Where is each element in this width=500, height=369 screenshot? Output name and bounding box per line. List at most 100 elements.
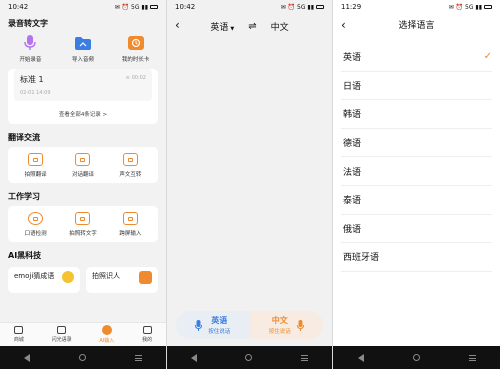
status-icons: ✉ ⏰ 5G ▮▮ [115,4,158,11]
transcribe-tools: 开始录音 导入音频 我的时长卡 [0,29,166,63]
language-option-japanese[interactable]: 日语 [341,72,492,101]
language-label: 日语 [343,81,362,92]
section-title-ai: AI黑科技 [8,251,42,260]
timer-card-icon [127,35,144,51]
language-option-english[interactable]: 英语 ✓ [341,43,492,72]
checkmark-icon: ✓ [483,51,492,63]
home-nav-icon[interactable] [245,354,253,361]
status-bar: 10:42 ✉ ⏰ 5G ▮▮ [167,0,332,14]
battery-icon [484,5,492,9]
language-option-thai[interactable]: 泰语 [341,186,492,215]
status-icons: ✉ ⏰ 5G ▮▮ [449,4,492,11]
home-nav-icon[interactable] [78,354,86,361]
view-all-records-link[interactable]: 查看全部4条记录 > [8,107,158,124]
photo-text-icon [75,212,91,225]
recents-nav-icon[interactable] [300,354,308,361]
recent-records-card: 标准 1 02-01 14:09 ≋ 00:02 查看全部4条记录 > [8,69,158,124]
chevron-down-icon: ▼ [230,25,235,32]
tab-label: 我的 [142,337,153,343]
person-icon [139,271,152,284]
speech-check-icon [28,212,44,225]
status-icons: ✉ ⏰ 5G ▮▮ [281,4,324,11]
target-language-select[interactable]: 中文 [271,20,289,33]
status-bar: 10:42 ✉ ⏰ 5G ▮▮ [0,0,166,14]
ai-input-icon [101,325,112,335]
ai-card-label: emoji猜成语 [14,272,55,280]
start-recording-button[interactable]: 开始录音 [6,35,54,63]
work-card: 口语检测 拍照转文字 跨屏输入 [8,206,158,242]
back-nav-icon[interactable] [24,353,31,362]
work-tools: 口语检测 拍照转文字 跨屏输入 [8,206,158,237]
language-label: 俄语 [343,224,362,235]
back-nav-icon[interactable] [191,353,198,362]
speak-hint: 按住说话 [208,329,231,335]
photo-translate-button[interactable]: 拍照翻译 [12,153,59,178]
home-nav-icon[interactable] [412,354,420,361]
section-title-transcribe: 录音转文字 [8,19,48,28]
language-label: 西班牙语 [343,253,380,264]
language-label: 韩语 [343,110,362,121]
language-option-russian[interactable]: 俄语 [341,215,492,244]
my-time-card-button[interactable]: 我的时长卡 [112,35,160,63]
tool-label: 跨屏输入 [119,231,142,237]
tool-label: 拍照翻译 [24,172,47,178]
page-header: ‹ 选择语言 [333,14,500,38]
tab-ai-input[interactable]: AI输入 [99,325,114,344]
english-speak-button[interactable]: 英语 按住说话 [176,311,250,339]
translate-screen: 10:42 ✉ ⏰ 5G ▮▮ ‹ 英语 ▼ ⇌ 中文 英语 按住说话 中文 按住… [167,0,332,369]
translate-card: 拍照翻译 对话翻译 声文互转 [8,147,158,183]
tool-label: 我的时长卡 [121,57,150,63]
back-nav-icon[interactable] [357,353,364,362]
recents-nav-icon[interactable] [468,354,476,361]
language-label: 德语 [343,139,362,150]
speech-check-button[interactable]: 口语检测 [12,212,59,237]
back-arrow-icon[interactable]: ‹ [175,18,180,32]
voice-text-button[interactable]: 声文互转 [107,153,154,178]
tab-label: 商城 [13,337,24,343]
record-item[interactable]: 标准 1 02-01 14:09 ≋ 00:02 [14,69,152,101]
folder-icon [74,35,91,51]
status-time: 10:42 [8,3,29,11]
language-option-french[interactable]: 法语 [341,157,492,186]
hold-to-speak-bar: 英语 按住说话 中文 按住说话 [176,311,323,339]
tab-shop[interactable]: 商城 [14,326,24,343]
chinese-speak-button[interactable]: 中文 按住说话 [249,311,323,339]
select-language-screen: 11:29 ✉ ⏰ 5G ▮▮ ‹ 选择语言 英语 ✓ 日语 韩语 德语 法语 泰… [333,0,500,369]
tab-profile[interactable]: 我的 [142,326,152,343]
language-label: 英语 [343,53,362,64]
language-option-korean[interactable]: 韩语 [341,100,492,129]
quote-icon [57,326,67,334]
section-title-translate: 翻译交流 [8,133,40,142]
translate-tools: 拍照翻译 对话翻译 声文互转 [8,147,158,178]
page-title: 选择语言 [398,21,435,31]
photo-recognize-card[interactable]: 拍照识人 [86,267,158,293]
speak-lang: 英语 [211,316,228,325]
status-time: 10:42 [175,3,196,11]
shop-icon [14,326,24,334]
system-nav-bar [0,346,166,369]
source-language-select[interactable]: 英语 ▼ [210,20,234,33]
language-option-spanish[interactable]: 西班牙语 [341,243,492,272]
language-list: 英语 ✓ 日语 韩语 德语 法语 泰语 俄语 西班牙语 [333,43,500,272]
cross-screen-input-button[interactable]: 跨屏输入 [107,212,154,237]
voice-text-icon [122,153,138,166]
language-option-german[interactable]: 德语 [341,129,492,158]
photo-to-text-button[interactable]: 拍照转文字 [59,212,106,237]
section-title-work: 工作学习 [8,192,40,201]
dialog-translate-button[interactable]: 对话翻译 [59,153,106,178]
tab-quotes[interactable]: 闪光语录 [52,326,72,343]
import-audio-button[interactable]: 导入音频 [59,35,107,63]
swap-languages-icon[interactable]: ⇌ [248,21,256,32]
back-arrow-icon[interactable]: ‹ [341,13,346,37]
tab-label: AI输入 [99,338,115,344]
camera-translate-icon [28,153,44,166]
emoji-idiom-card[interactable]: emoji猜成语 [8,267,80,293]
system-nav-bar [167,346,332,369]
battery-icon [316,5,324,9]
recents-nav-icon[interactable] [134,354,142,361]
emoji-icon [62,271,74,283]
speak-lang: 中文 [271,316,288,325]
tool-label: 开始录音 [19,57,42,63]
dialog-translate-icon [75,153,91,166]
status-bar: 11:29 ✉ ⏰ 5G ▮▮ [333,0,500,14]
